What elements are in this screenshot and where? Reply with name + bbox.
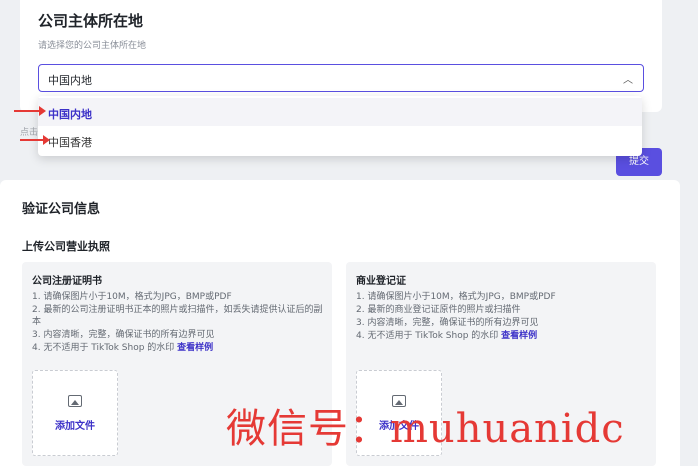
watermark-text: 微信号：muhuanidc [226, 406, 625, 452]
location-select-value: 中国内地 [48, 74, 92, 87]
requirement-item: 2. 最新的公司注册证明书正本的照片或扫描件，如丢失请提供认证后的副本 [32, 305, 323, 327]
doc-title: 商业登记证 [356, 276, 406, 287]
option-mainland[interactable]: 中国内地 [38, 98, 642, 126]
add-file-label: 添加文件 [55, 421, 95, 432]
view-sample-link[interactable]: 查看样例 [177, 343, 213, 353]
requirement-item: 1. 请确保图片小于10M，格式为JPG，BMP或PDF [32, 292, 232, 302]
verify-subtitle: 上传公司营业执照 [22, 240, 110, 253]
requirement-item-watermark: 4. 无不适用于 TikTok Shop 的水印 查看样例 [32, 342, 324, 354]
requirement-text: 4. 无不适用于 TikTok Shop 的水印 [32, 343, 175, 353]
annotation-arrow-icon [14, 106, 46, 116]
upload-box[interactable]: 添加文件 [32, 370, 118, 456]
option-hongkong[interactable]: 中国香港 [38, 126, 642, 154]
doc-title: 公司注册证明书 [32, 276, 102, 287]
requirement-item-watermark: 4. 无不适用于 TikTok Shop 的水印 查看样例 [356, 330, 648, 342]
image-icon [68, 395, 82, 407]
annotation-arrow-icon [20, 135, 50, 145]
requirement-item: 1. 请确保图片小于10M，格式为JPG，BMP或PDF [356, 292, 556, 302]
requirement-item: 3. 内容清晰，完整，确保证书的所有边界可见 [356, 318, 539, 328]
requirement-text: 4. 无不适用于 TikTok Shop 的水印 [356, 331, 499, 341]
location-dropdown: 中国内地 中国香港 [38, 96, 642, 156]
hint-text: 点击 [20, 128, 39, 138]
view-sample-link[interactable]: 查看样例 [501, 331, 537, 341]
requirement-item: 3. 内容清晰，完整，确保证书的所有边界可见 [32, 330, 215, 340]
requirement-item: 2. 最新的商业登记证原件的照片或扫描件 [356, 305, 521, 315]
location-select[interactable]: 中国内地 ︿ [38, 64, 644, 92]
location-subtitle: 请选择您的公司主体所在地 [38, 41, 147, 51]
chevron-up-icon: ︿ [623, 75, 633, 86]
location-title: 公司主体所在地 [38, 12, 144, 30]
verify-title: 验证公司信息 [22, 202, 101, 217]
